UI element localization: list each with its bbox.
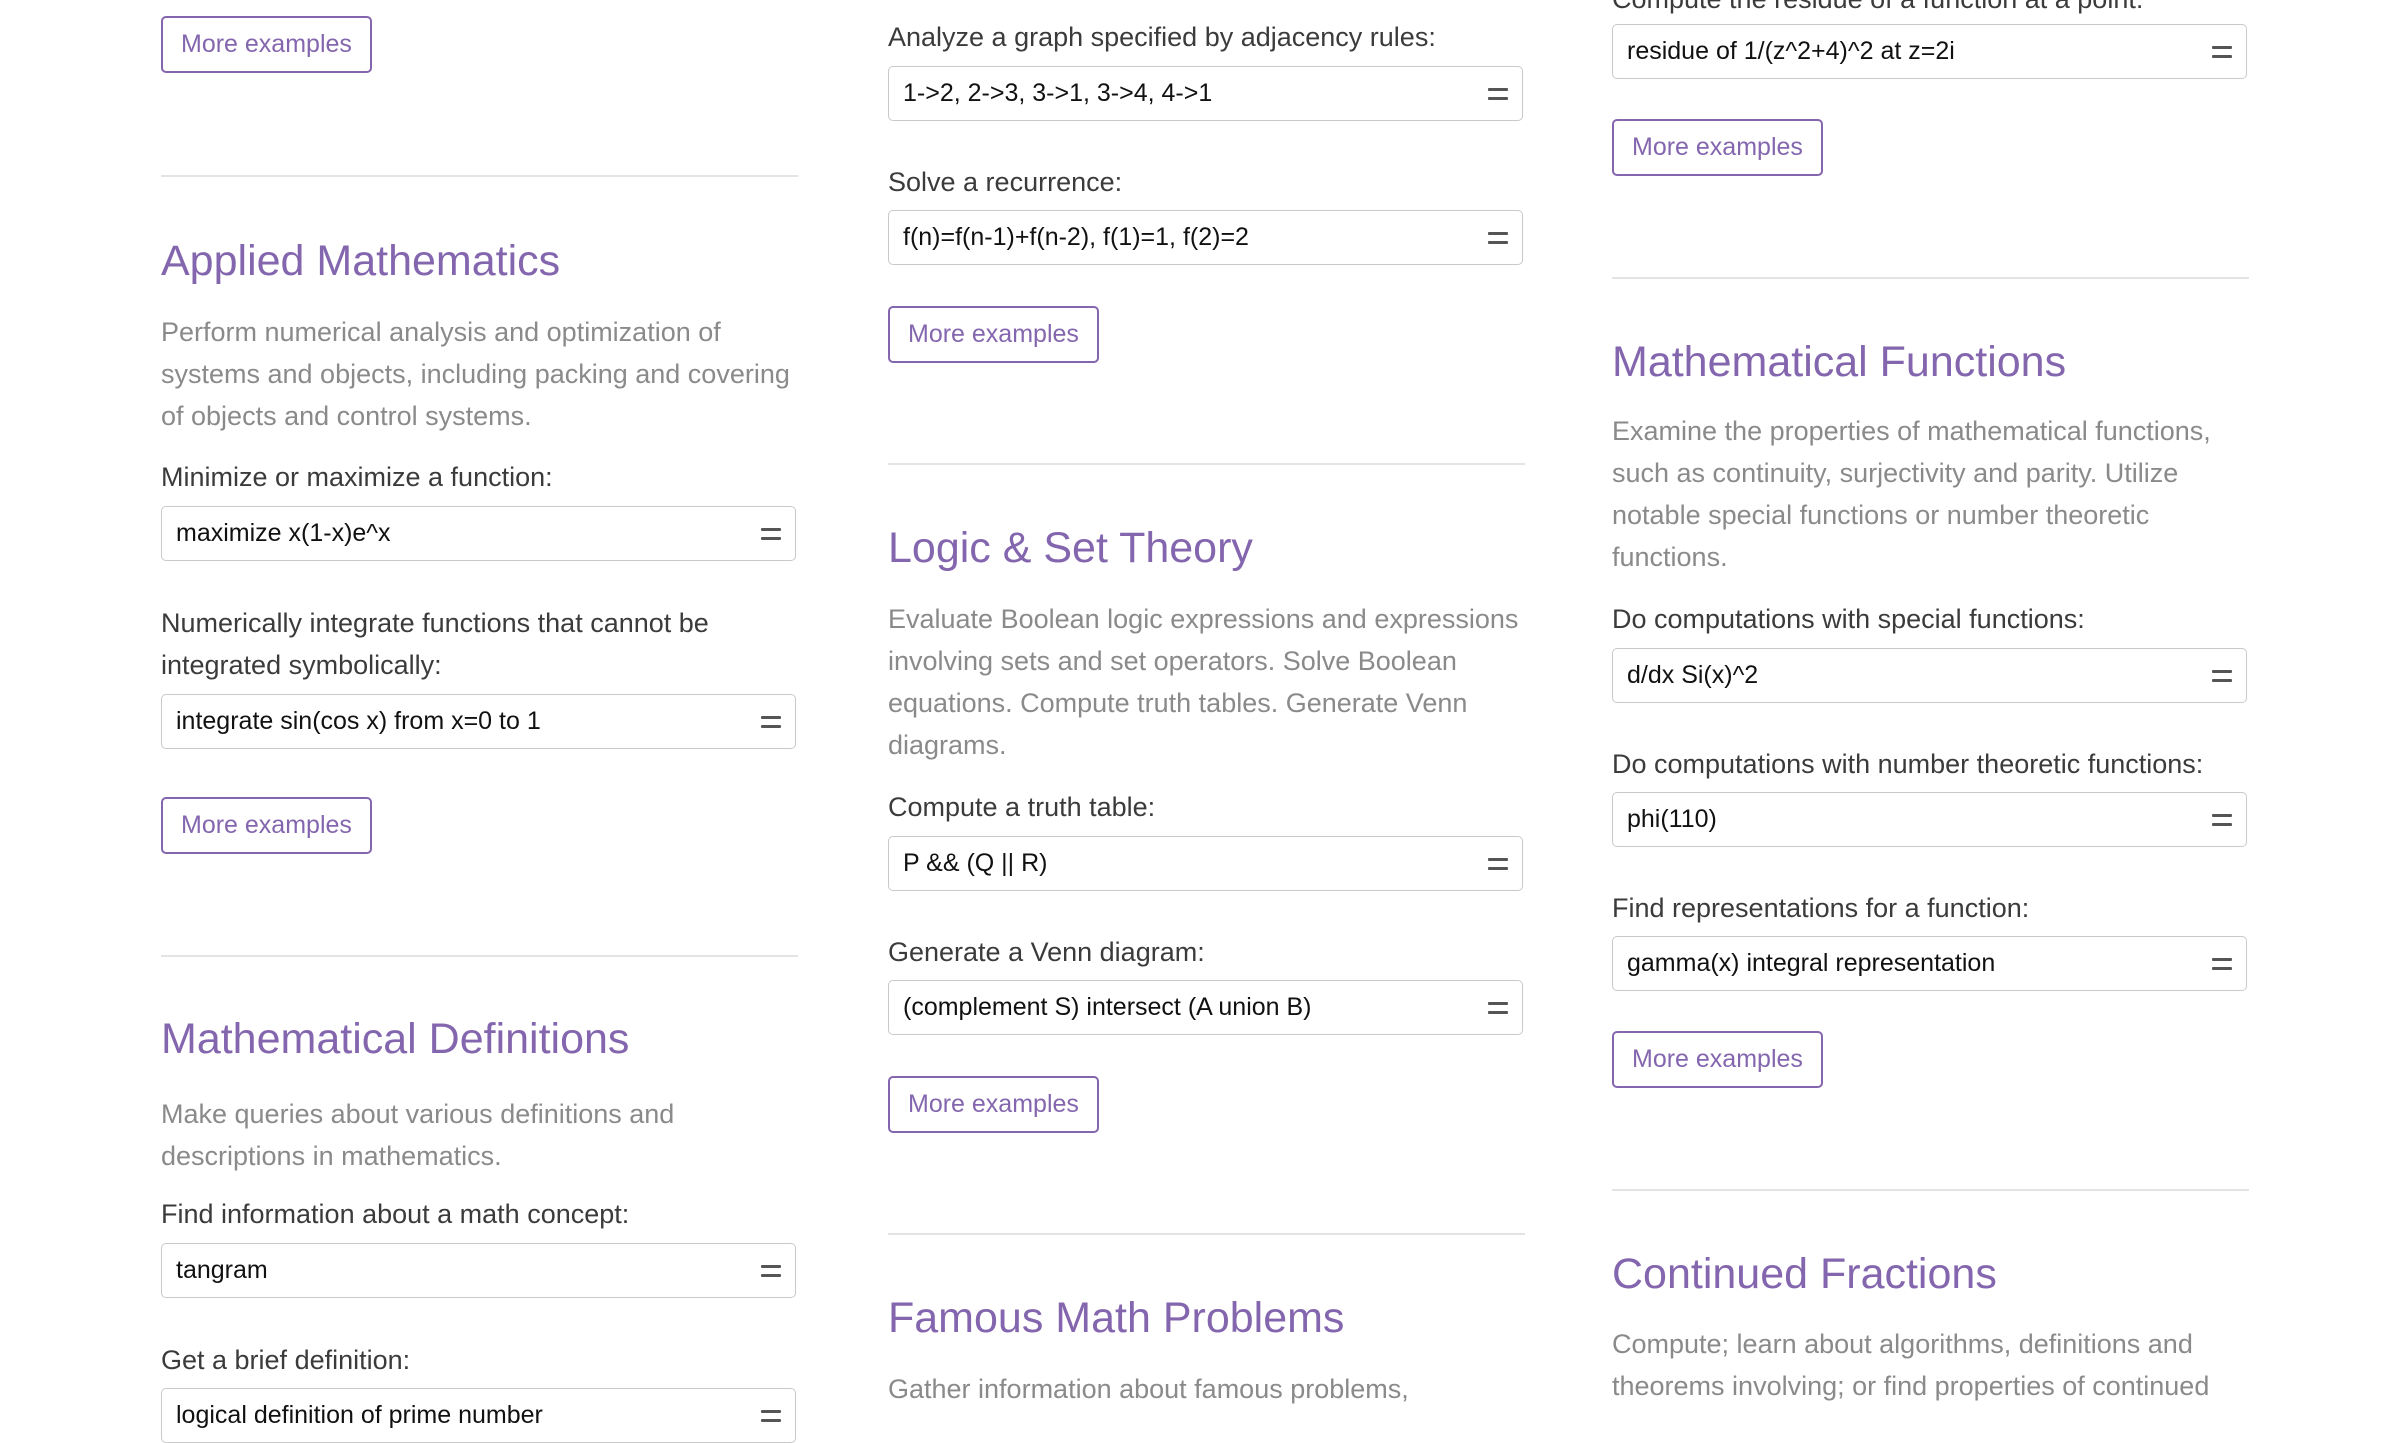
example-label: Analyze a graph specified by adjacency r… — [888, 22, 1436, 52]
section-title-logic-set-theory: Logic & Set Theory — [888, 524, 1253, 572]
section-title-mathematical-definitions: Mathematical Definitions — [161, 1015, 630, 1063]
equals-icon[interactable] — [761, 527, 781, 541]
section-description: Compute; learn about algorithms, definit… — [1612, 1329, 2210, 1401]
section-divider — [888, 1233, 1525, 1235]
equals-icon[interactable] — [2212, 45, 2232, 59]
equals-icon[interactable] — [1488, 231, 1508, 245]
more-examples-button[interactable]: More examples — [888, 1076, 1099, 1133]
example-label: Do computations with number theoretic fu… — [1612, 749, 2204, 779]
example-input[interactable]: f(n)=f(n-1)+f(n-2), f(1)=1, f(2)=2 — [888, 210, 1523, 265]
example-input[interactable]: 1->2, 2->3, 3->1, 3->4, 4->1 — [888, 66, 1523, 121]
section-divider — [1612, 1189, 2249, 1191]
section-divider — [888, 463, 1525, 465]
equals-icon[interactable] — [2212, 669, 2232, 683]
example-label: Compute a truth table: — [888, 792, 1156, 822]
example-input-value: tangram — [176, 1256, 268, 1284]
more-examples-button[interactable]: More examples — [161, 797, 372, 854]
example-label: Get a brief definition: — [161, 1345, 411, 1375]
example-input[interactable]: logical definition of prime number — [161, 1388, 796, 1443]
example-label: Numerically integrate functions that can… — [161, 608, 709, 680]
section-description: Examine the properties of mathematical f… — [1612, 416, 2211, 572]
example-input-value: 1->2, 2->3, 3->1, 3->4, 4->1 — [903, 79, 1213, 107]
example-input[interactable]: (complement S) intersect (A union B) — [888, 980, 1523, 1035]
equals-icon[interactable] — [2212, 957, 2232, 971]
example-input[interactable]: d/dx Si(x)^2 — [1612, 648, 2247, 703]
equals-icon[interactable] — [2212, 813, 2232, 827]
example-label: Compute the residue of a function at a p… — [1612, 0, 2249, 20]
equals-icon[interactable] — [761, 715, 781, 729]
section-divider — [1612, 277, 2249, 279]
section-title-mathematical-functions: Mathematical Functions — [1612, 338, 2067, 386]
example-label: Generate a Venn diagram: — [888, 937, 1205, 967]
example-input[interactable]: maximize x(1-x)e^x — [161, 506, 796, 561]
more-examples-button[interactable]: More examples — [1612, 119, 1823, 176]
example-input[interactable]: residue of 1/(z^2+4)^2 at z=2i — [1612, 24, 2247, 79]
example-label: Do computations with special functions: — [1612, 604, 2085, 634]
example-input-value: (complement S) intersect (A union B) — [903, 993, 1312, 1021]
example-input-value: residue of 1/(z^2+4)^2 at z=2i — [1627, 37, 1955, 65]
section-description: Evaluate Boolean logic expressions and e… — [888, 604, 1519, 760]
more-examples-button[interactable]: More examples — [888, 306, 1099, 363]
equals-icon[interactable] — [1488, 857, 1508, 871]
more-examples-button[interactable]: More examples — [1612, 1031, 1823, 1088]
more-examples-button[interactable]: More examples — [161, 16, 372, 73]
equals-icon[interactable] — [761, 1409, 781, 1423]
section-description: Perform numerical analysis and optimizat… — [161, 317, 790, 431]
example-input[interactable]: integrate sin(cos x) from x=0 to 1 — [161, 694, 796, 749]
section-title-continued-fractions: Continued Fractions — [1612, 1250, 1997, 1298]
section-description: Gather information about famous problems… — [888, 1374, 1409, 1404]
example-input[interactable]: gamma(x) integral representation — [1612, 936, 2247, 991]
example-label: Minimize or maximize a function: — [161, 462, 553, 492]
example-input-value: maximize x(1-x)e^x — [176, 519, 391, 547]
example-input-value: phi(110) — [1627, 805, 1717, 833]
example-label: Find information about a math concept: — [161, 1199, 630, 1229]
equals-icon[interactable] — [1488, 87, 1508, 101]
example-label: Solve a recurrence: — [888, 167, 1123, 197]
equals-icon[interactable] — [761, 1264, 781, 1278]
section-title-famous-math-problems: Famous Math Problems — [888, 1294, 1345, 1342]
section-description: Make queries about various definitions a… — [161, 1099, 675, 1171]
section-divider — [161, 175, 798, 177]
example-input-value: P && (Q || R) — [903, 849, 1048, 877]
example-input-value: d/dx Si(x)^2 — [1627, 661, 1759, 689]
example-label: Find representations for a function: — [1612, 893, 2030, 923]
example-input-value: gamma(x) integral representation — [1627, 949, 1996, 977]
example-input-value: f(n)=f(n-1)+f(n-2), f(1)=1, f(2)=2 — [903, 223, 1249, 251]
equals-icon[interactable] — [1488, 1001, 1508, 1015]
example-input[interactable]: tangram — [161, 1243, 796, 1298]
example-input-value: integrate sin(cos x) from x=0 to 1 — [176, 707, 541, 735]
example-input[interactable]: P && (Q || R) — [888, 836, 1523, 891]
example-input[interactable]: phi(110) — [1612, 792, 2247, 847]
section-title-applied-mathematics: Applied Mathematics — [161, 237, 561, 285]
section-divider — [161, 955, 798, 957]
example-input-value: logical definition of prime number — [176, 1401, 543, 1429]
